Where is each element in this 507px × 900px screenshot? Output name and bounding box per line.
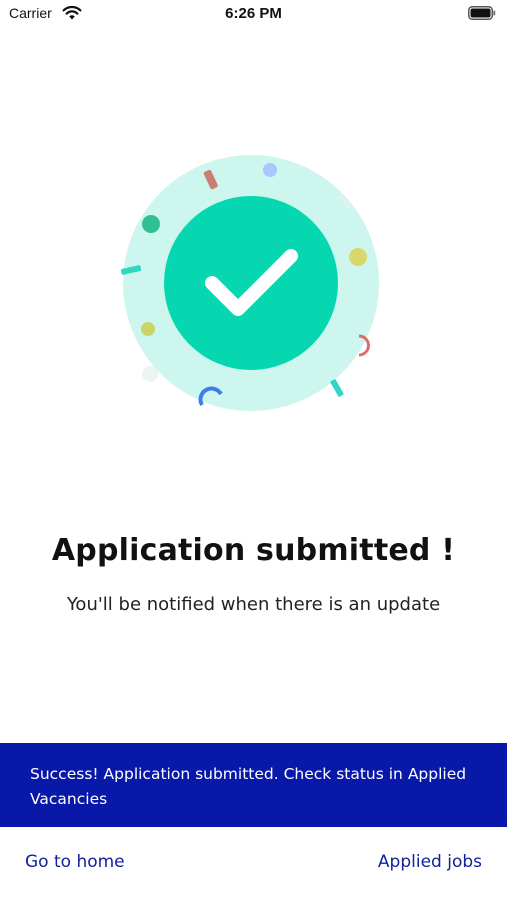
- confetti-piece: [142, 215, 160, 233]
- confetti-piece: [349, 248, 367, 266]
- page-title: Application submitted !: [51, 533, 456, 568]
- confetti-piece: [263, 163, 277, 177]
- go-to-home-link[interactable]: Go to home: [25, 852, 125, 872]
- applied-jobs-link[interactable]: Applied jobs: [378, 852, 482, 872]
- success-illustration: [120, 155, 379, 411]
- status-bar: Carrier 6:26 PM: [0, 0, 507, 30]
- page-subtitle: You'll be notified when there is an upda…: [66, 594, 441, 615]
- confetti-piece: [142, 366, 158, 382]
- success-snackbar: Success! Application submitted. Check st…: [0, 743, 507, 827]
- snackbar-message: Success! Application submitted. Check st…: [30, 765, 467, 808]
- success-circle: [164, 196, 338, 370]
- clock: 6:26 PM: [225, 5, 282, 22]
- confetti-piece: [330, 379, 344, 397]
- confetti-piece: [141, 322, 155, 336]
- battery-icon: [468, 6, 496, 20]
